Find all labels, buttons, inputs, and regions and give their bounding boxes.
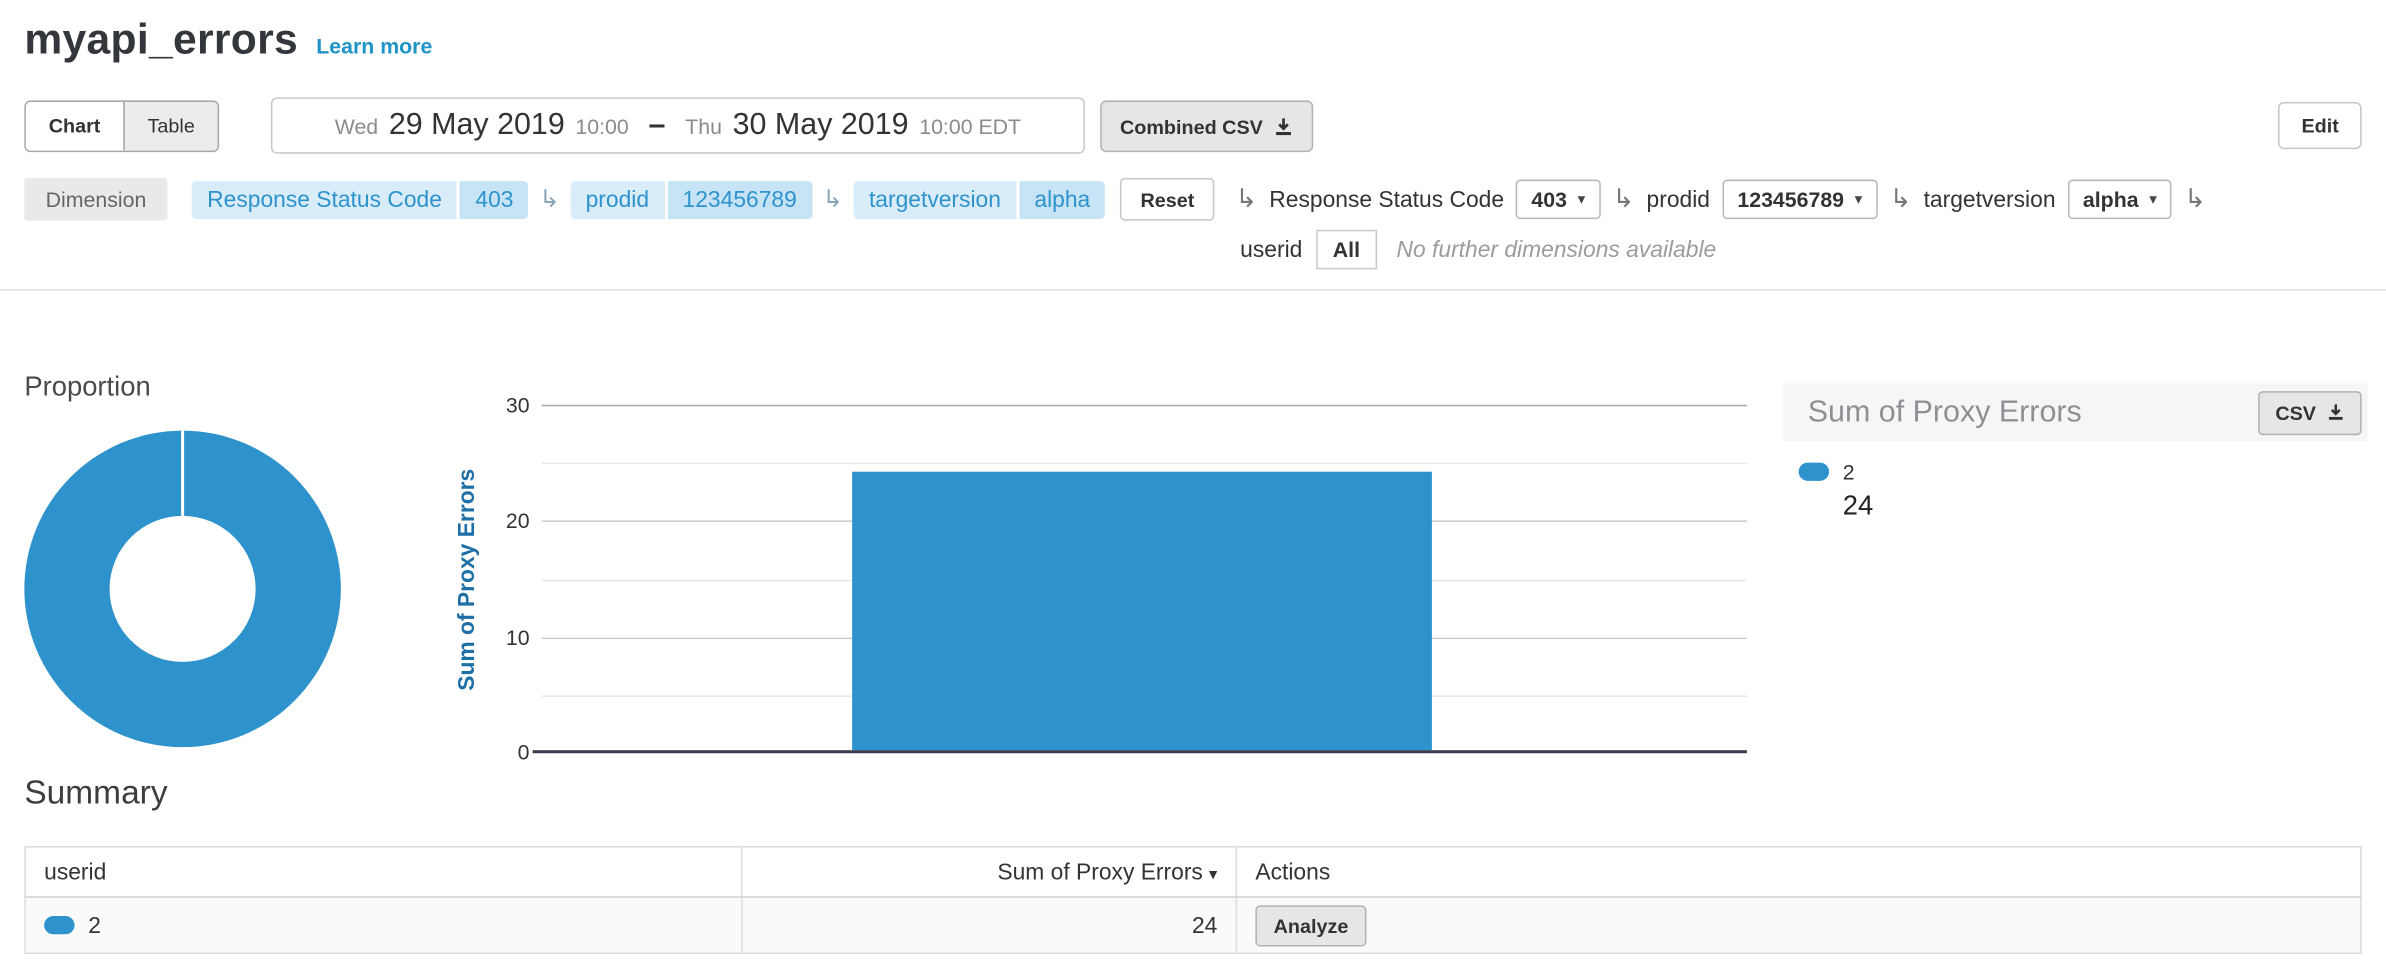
gridline xyxy=(542,463,1747,465)
end-date: 30 May 2019 xyxy=(733,108,909,143)
page-title: myapi_errors xyxy=(24,15,298,64)
next-dimension-row: userid All No further dimensions availab… xyxy=(1240,230,1716,270)
csv-label: CSV xyxy=(2275,401,2316,424)
y-tick-label: 30 xyxy=(472,393,530,417)
donut-chart xyxy=(24,431,341,748)
drilldown-arrow-icon: ↳ xyxy=(1613,184,1635,214)
breadcrumb-response-status-code: Response Status Code 403 xyxy=(192,180,529,218)
legend-header: Sum of Proxy Errors CSV xyxy=(1783,383,2367,441)
userid-value: 2 xyxy=(88,912,101,938)
selector-name-response-status-code: Response Status Code xyxy=(1269,186,1504,212)
bar xyxy=(852,471,1432,750)
analyze-button[interactable]: Analyze xyxy=(1255,905,1366,946)
divider xyxy=(0,289,2386,291)
x-axis-line xyxy=(533,750,1747,753)
cell-userid: 2 xyxy=(25,897,742,953)
breadcrumb-targetversion: targetversion alpha xyxy=(854,180,1106,218)
summary-table: userid Sum of Proxy Errors ▾ Actions 2 24… xyxy=(24,846,2361,954)
dimension-selectors: ↳ Response Status Code 403 ▾ ↳ prodid 12… xyxy=(1235,180,2206,220)
selector-name-prodid: prodid xyxy=(1647,186,1710,212)
end-time: 10:00 EDT xyxy=(919,113,1021,137)
learn-more-link[interactable]: Learn more xyxy=(316,33,432,57)
start-day: Wed xyxy=(335,113,378,137)
dropdown-value: 403 xyxy=(1531,187,1567,211)
dashboard: myapi_errors Learn more Chart Table Wed … xyxy=(0,0,2386,968)
drilldown-arrow-icon: ↳ xyxy=(539,184,559,214)
dropdown-value: alpha xyxy=(2083,187,2139,211)
column-header-userid[interactable]: userid xyxy=(25,847,742,897)
dimension-breadcrumb: Response Status Code 403 ↳ prodid 123456… xyxy=(192,180,1106,218)
legend-panel: Sum of Proxy Errors CSV 2 24 xyxy=(1783,383,2367,521)
drilldown-arrow-icon: ↳ xyxy=(2184,184,2206,214)
chevron-down-icon: ▾ xyxy=(2149,191,2157,208)
legend-title: Sum of Proxy Errors xyxy=(1808,395,2082,430)
selector-dropdown-response-status-code[interactable]: 403 ▾ xyxy=(1516,180,1600,220)
chevron-down-icon: ▾ xyxy=(1855,191,1863,208)
edit-button[interactable]: Edit xyxy=(2279,102,2362,149)
breadcrumb-value[interactable]: 123456789 xyxy=(667,180,812,218)
breadcrumb-value[interactable]: alpha xyxy=(1019,180,1105,218)
bar-chart: 30 20 10 0 xyxy=(542,405,1747,753)
selector-dropdown-prodid[interactable]: 123456789 ▾ xyxy=(1722,180,1877,220)
view-toggle: Chart Table xyxy=(24,100,219,152)
combined-csv-label: Combined CSV xyxy=(1120,115,1263,138)
summary-title: Summary xyxy=(24,773,167,813)
userid-all-selector[interactable]: All xyxy=(1316,230,1377,270)
end-day: Thu xyxy=(685,113,722,137)
cell-actions: Analyze xyxy=(1236,897,2361,953)
breadcrumb-name[interactable]: targetversion xyxy=(854,180,1016,218)
column-header-label: Sum of Proxy Errors xyxy=(997,859,1202,885)
donut-slice-divider xyxy=(181,431,184,518)
csv-button[interactable]: CSV xyxy=(2259,390,2362,434)
donut-hole xyxy=(110,516,256,662)
breadcrumb-value[interactable]: 403 xyxy=(460,180,529,218)
y-tick-label: 0 xyxy=(472,740,530,764)
column-header-actions[interactable]: Actions xyxy=(1236,847,2361,897)
page-header: myapi_errors Learn more xyxy=(24,15,432,64)
series-swatch xyxy=(44,916,74,934)
gridline xyxy=(542,405,1747,407)
column-header-sum-of-proxy-errors[interactable]: Sum of Proxy Errors ▾ xyxy=(742,847,1237,897)
table-row: 2 24 Analyze xyxy=(25,897,2361,953)
drilldown-arrow-icon: ↳ xyxy=(1235,184,1257,214)
toolbar: Chart Table Wed 29 May 2019 10:00 – Thu … xyxy=(24,97,2361,155)
selector-name-userid: userid xyxy=(1240,237,1302,263)
download-icon xyxy=(1274,116,1294,136)
drilldown-arrow-icon: ↳ xyxy=(1890,184,1912,214)
breadcrumb-name[interactable]: Response Status Code xyxy=(192,180,457,218)
combined-csv-button[interactable]: Combined CSV xyxy=(1100,100,1313,152)
reset-button[interactable]: Reset xyxy=(1121,178,1214,221)
selector-dropdown-targetversion[interactable]: alpha ▾ xyxy=(2068,180,2172,220)
cell-sum-of-proxy-errors: 24 xyxy=(742,897,1237,953)
dimension-label: Dimension xyxy=(24,178,167,221)
date-range-dash: – xyxy=(649,108,666,143)
y-tick-label: 20 xyxy=(472,509,530,533)
download-icon xyxy=(2327,403,2345,421)
dropdown-value: All xyxy=(1333,237,1360,261)
table-header-row: userid Sum of Proxy Errors ▾ Actions xyxy=(25,847,2361,897)
chevron-down-icon: ▾ xyxy=(1578,191,1586,208)
breadcrumb-prodid: prodid 123456789 xyxy=(570,180,812,218)
y-axis-label: Sum of Proxy Errors xyxy=(454,469,480,691)
drilldown-arrow-icon: ↳ xyxy=(823,184,843,214)
tab-chart[interactable]: Chart xyxy=(26,102,123,151)
start-time: 10:00 xyxy=(575,113,628,137)
breadcrumb-name[interactable]: prodid xyxy=(570,180,664,218)
sort-desc-icon: ▾ xyxy=(1209,865,1217,883)
dropdown-value: 123456789 xyxy=(1737,187,1844,211)
tab-table[interactable]: Table xyxy=(123,102,217,151)
series-label: 2 xyxy=(1843,460,1855,484)
series-value: 24 xyxy=(1843,490,2368,522)
start-date: 29 May 2019 xyxy=(389,108,565,143)
proportion-title: Proportion xyxy=(24,371,150,403)
selector-name-targetversion: targetversion xyxy=(1924,186,2056,212)
date-range-picker[interactable]: Wed 29 May 2019 10:00 – Thu 30 May 2019 … xyxy=(271,97,1085,153)
no-more-dimensions-text: No further dimensions available xyxy=(1397,237,1717,263)
series-swatch xyxy=(1799,463,1829,481)
y-tick-label: 10 xyxy=(472,625,530,649)
dimension-bar: Dimension Response Status Code 403 ↳ pro… xyxy=(24,178,2206,221)
legend-item[interactable]: 2 xyxy=(1799,460,2368,484)
